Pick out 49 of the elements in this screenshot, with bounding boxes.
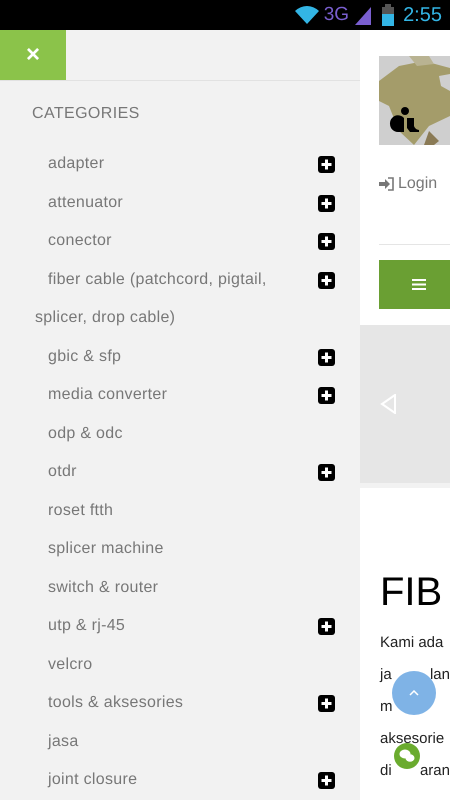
chat-button[interactable] <box>394 743 420 769</box>
logo-icon <box>388 106 420 134</box>
plus-icon[interactable] <box>318 156 335 173</box>
category-link[interactable]: jasa <box>35 722 335 761</box>
signal-icon <box>353 5 374 25</box>
category-link[interactable]: velcro <box>35 646 335 684</box>
plus-icon[interactable] <box>318 194 335 212</box>
paragraph-text: m <box>380 696 392 717</box>
chevron-up-icon <box>409 690 419 696</box>
plus-icon[interactable] <box>318 695 335 712</box>
category-link[interactable]: odp & odc <box>35 414 335 453</box>
login-link[interactable]: Login <box>379 172 450 196</box>
plus-icon[interactable] <box>318 272 335 288</box>
category-link[interactable]: roset ftth <box>35 492 335 530</box>
category-link[interactable]: tools & aksesories <box>35 684 318 722</box>
category-link[interactable]: otdr <box>35 453 318 492</box>
wifi-icon <box>294 5 320 25</box>
plus-icon[interactable] <box>318 348 335 366</box>
clock: 2:55 <box>403 3 442 28</box>
plus-icon[interactable] <box>318 772 335 789</box>
battery-icon <box>381 4 396 26</box>
page-heading: FIB <box>380 569 444 616</box>
category-link[interactable]: adapter <box>35 145 318 184</box>
plus-icon[interactable] <box>318 464 335 481</box>
plus-icon[interactable] <box>318 618 335 635</box>
menu-icon <box>412 279 426 290</box>
category-link[interactable]: utp & rj-45 <box>35 607 318 646</box>
paragraph-text: Kami ada <box>380 632 444 653</box>
close-button[interactable]: × <box>0 30 66 80</box>
category-link[interactable]: switch & router <box>35 568 335 607</box>
category-link[interactable]: joint closure <box>35 761 318 800</box>
chat-icon <box>399 749 415 763</box>
menu-button[interactable] <box>379 260 450 309</box>
paragraph-text: aksesorie <box>380 728 444 749</box>
sign-in-icon <box>379 177 394 191</box>
paragraph-text: lan <box>430 664 450 685</box>
paragraph-text: aran <box>420 760 450 781</box>
plus-icon[interactable] <box>318 387 335 404</box>
plus-icon[interactable] <box>318 233 335 250</box>
category-link[interactable]: attenuator <box>35 184 318 222</box>
section-heading: CATEGORIES <box>31 104 141 124</box>
category-link[interactable]: splicer machine <box>35 530 335 568</box>
category-link[interactable]: gbic & sfp <box>35 338 318 376</box>
category-link[interactable]: fiber cable (patchcord, pigtail, splicer, drop cable) <box>35 260 318 338</box>
category-link[interactable]: media converter <box>35 376 318 414</box>
network-type: 3G <box>324 2 350 27</box>
category-link[interactable]: conector <box>35 222 318 260</box>
paragraph-text: di <box>380 760 392 781</box>
paragraph-text: ja <box>380 664 392 685</box>
